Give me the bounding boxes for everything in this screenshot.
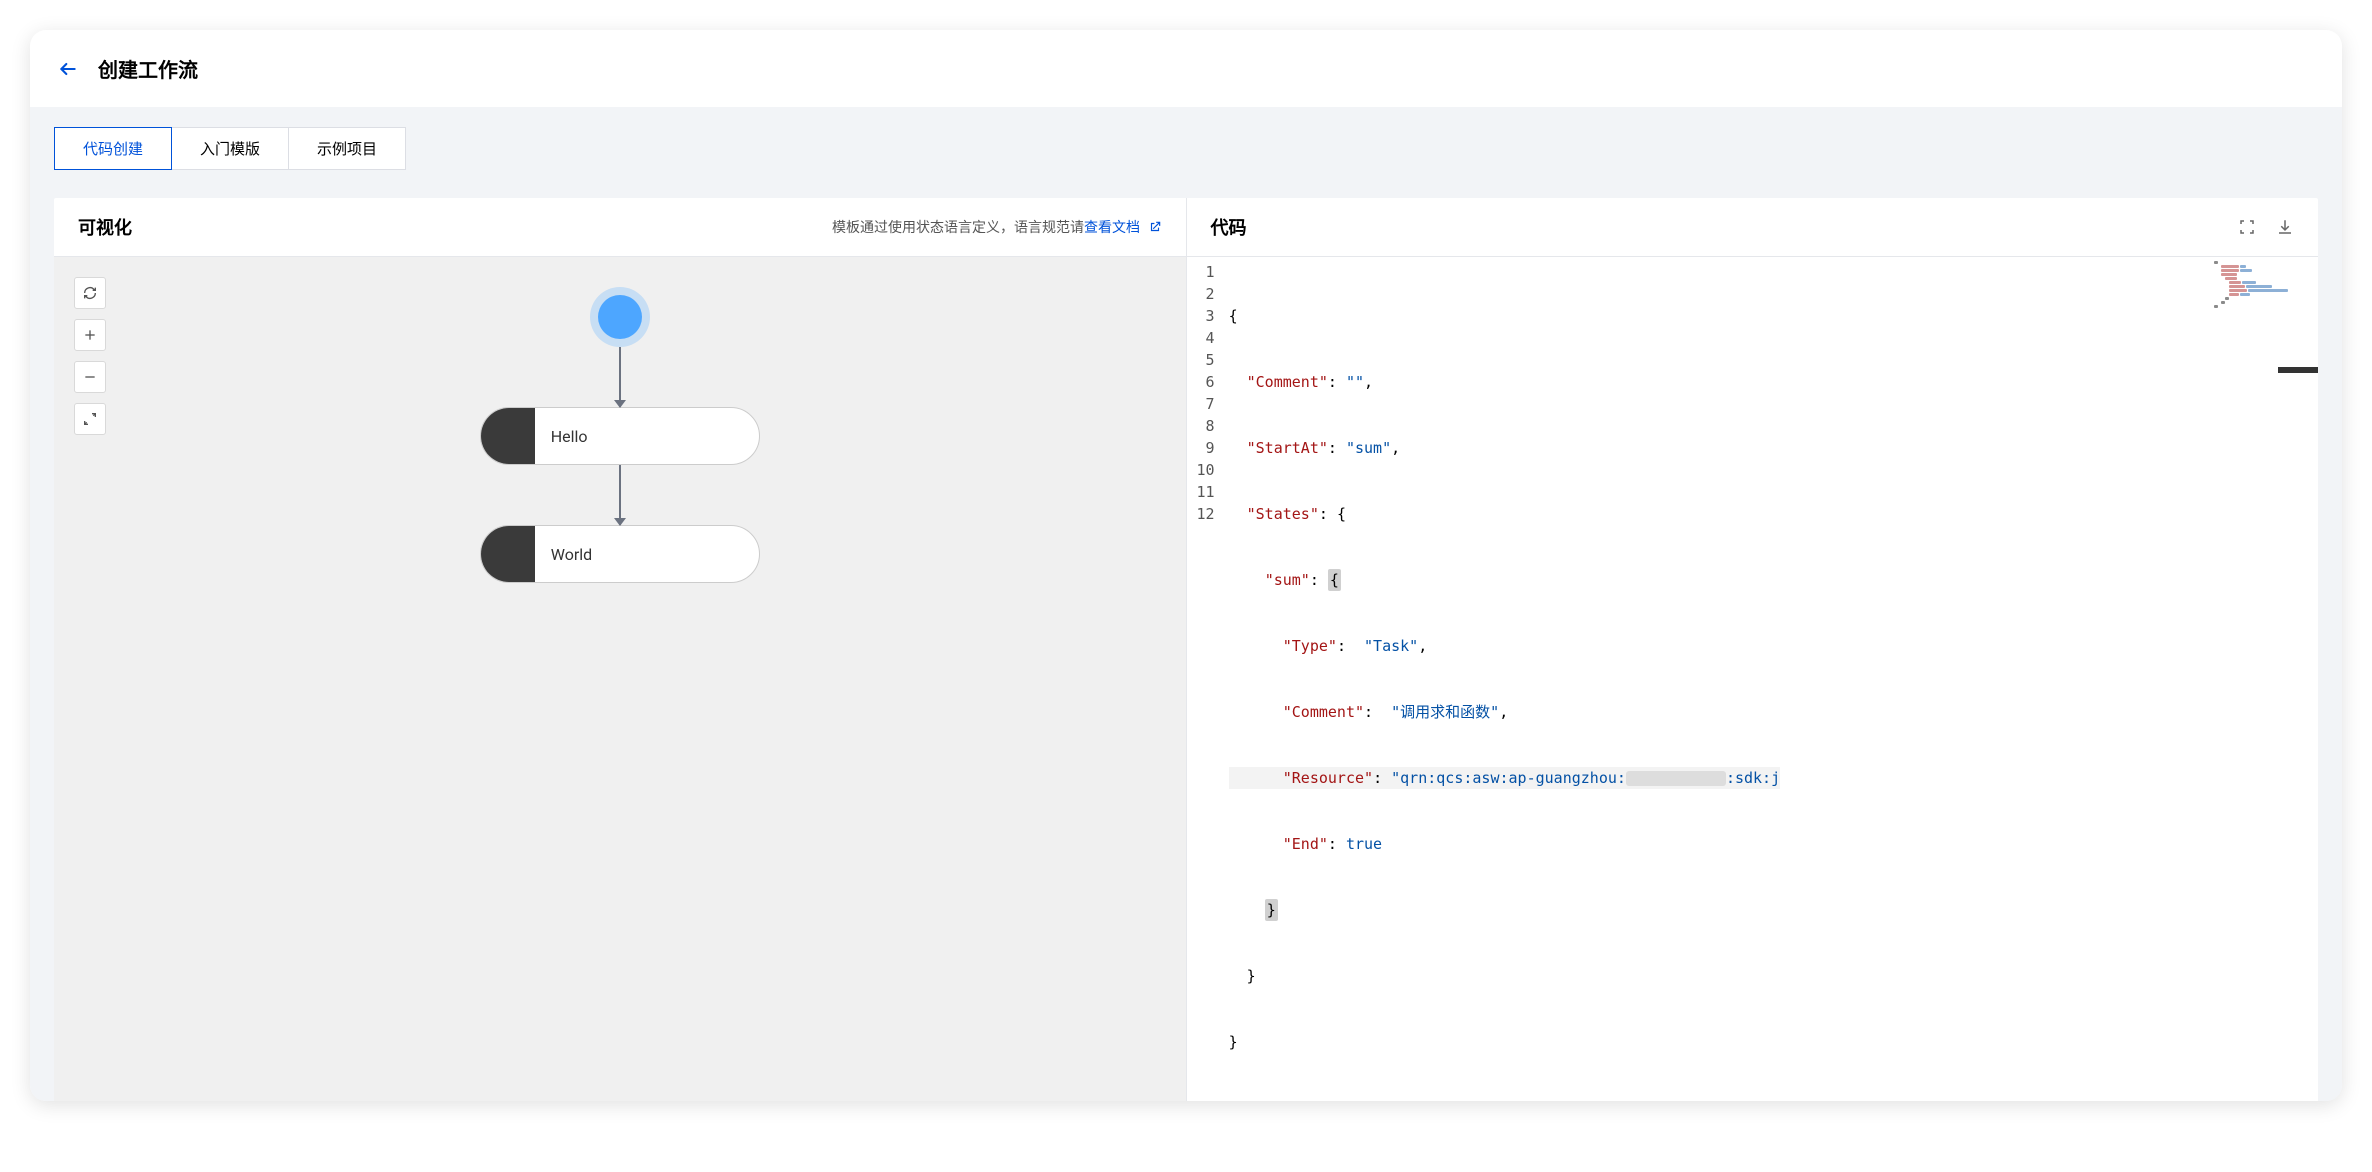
task-node-hello[interactable]: Hello (480, 407, 760, 465)
code-editor[interactable]: 123456789101112 { "Comment": "", "StartA… (1187, 257, 2319, 1101)
task-node-world[interactable]: World (480, 525, 760, 583)
redacted-region (1626, 771, 1726, 786)
start-node[interactable] (598, 295, 642, 339)
page-title: 创建工作流 (98, 54, 198, 83)
code-line: "States": { (1229, 503, 1781, 525)
code-line: } (1229, 899, 1781, 921)
external-link-icon[interactable] (1148, 220, 1162, 234)
cursor-position: { (1328, 569, 1341, 591)
code-line: "Type": "Task", (1229, 635, 1781, 657)
code-line: "Comment": "调用求和函数", (1229, 701, 1781, 723)
flowchart[interactable]: Hello World (480, 287, 760, 583)
task-label: Hello (535, 427, 588, 446)
tab-sample-project[interactable]: 示例项目 (288, 127, 406, 170)
code-content[interactable]: { "Comment": "", "StartAt": "sum", "Stat… (1229, 257, 1781, 1101)
task-label: World (535, 545, 592, 564)
code-line: "Comment": "", (1229, 371, 1781, 393)
tabs-bar: 代码创建 入门模版 示例项目 (54, 127, 406, 170)
code-panel: 代码 (1187, 198, 2319, 1101)
viz-panel-title: 可视化 (78, 214, 132, 240)
code-line: "StartAt": "sum", (1229, 437, 1781, 459)
line-gutter: 123456789101112 (1187, 257, 1229, 1101)
tab-starter-template[interactable]: 入门模版 (171, 127, 289, 170)
fullscreen-button[interactable] (74, 403, 106, 435)
expand-icon[interactable] (2238, 218, 2256, 236)
code-line: "sum": { (1229, 569, 1781, 591)
zoom-in-button[interactable] (74, 319, 106, 351)
page-header: 创建工作流 (30, 30, 2342, 107)
code-line: } (1229, 965, 1781, 987)
tab-code-create[interactable]: 代码创建 (54, 127, 172, 170)
code-line: } (1229, 1031, 1781, 1053)
visualization-panel: 可视化 模板通过使用状态语言定义，语言规范请查看文档 (54, 198, 1187, 1101)
back-arrow-icon[interactable] (58, 59, 78, 79)
refresh-button[interactable] (74, 277, 106, 309)
flow-edge (619, 465, 621, 525)
horizontal-scroll-thumb[interactable] (2278, 367, 2318, 373)
viz-note-text: 模板通过使用状态语言定义，语言规范请 (832, 220, 1084, 236)
zoom-out-button[interactable] (74, 361, 106, 393)
docs-link[interactable]: 查看文档 (1084, 220, 1140, 236)
code-line: "Resource": "qrn:qcs:asw:ap-guangzhou::s… (1229, 767, 1781, 789)
download-icon[interactable] (2276, 218, 2294, 236)
code-line: "End": true (1229, 833, 1781, 855)
flow-edge (619, 347, 621, 407)
code-line: { (1229, 305, 1781, 327)
viz-note: 模板通过使用状态语言定义，语言规范请查看文档 (832, 217, 1161, 237)
code-panel-title: 代码 (1211, 214, 1247, 240)
